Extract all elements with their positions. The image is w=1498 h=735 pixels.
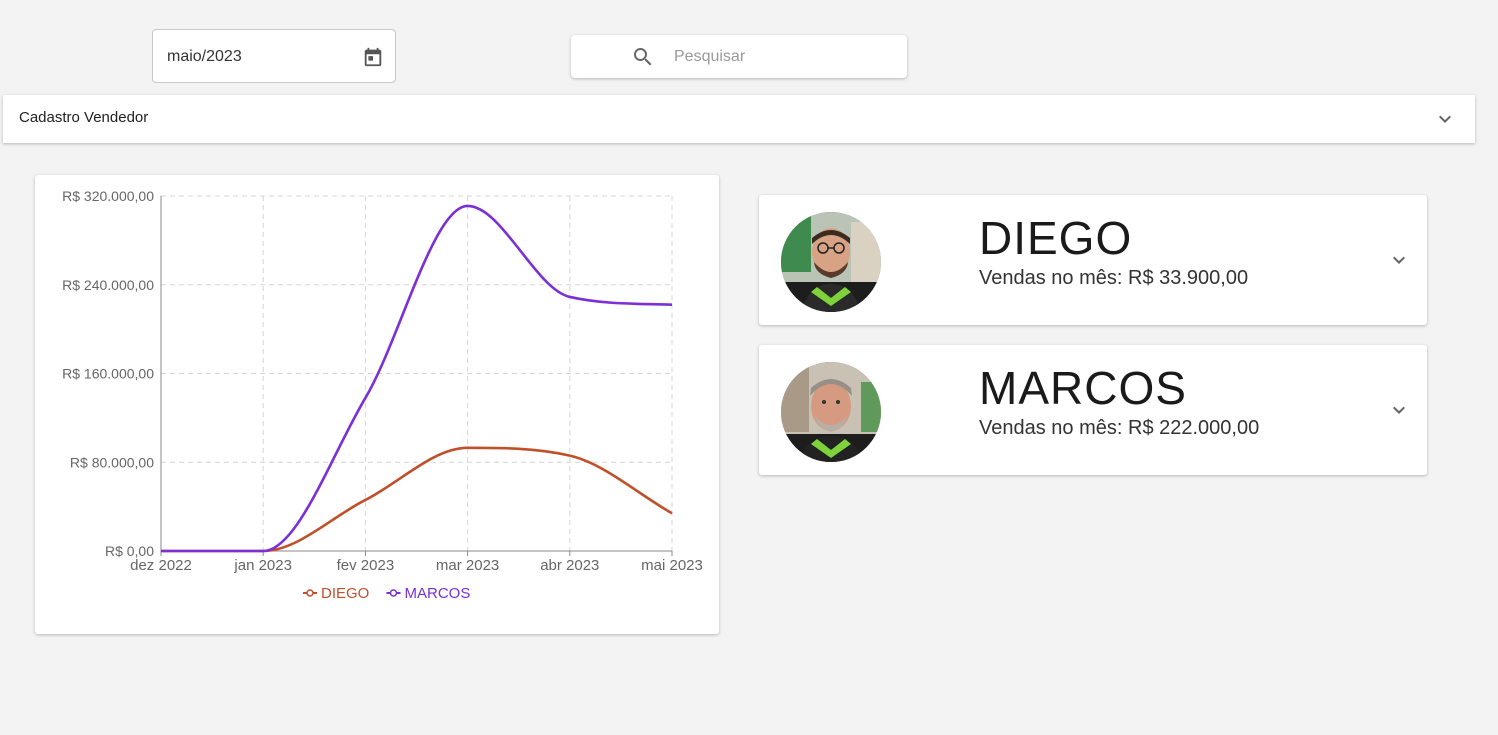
x-tick-label: jan 2023 (233, 557, 292, 574)
seller-name: DIEGO (979, 212, 1133, 264)
seller-name: MARCOS (979, 362, 1187, 414)
search-icon (631, 45, 655, 69)
chevron-down-icon[interactable] (1387, 398, 1411, 422)
legend-dot-diego (306, 589, 314, 597)
legend-dot-marcos (389, 589, 398, 597)
panel-title: Cadastro Vendedor (19, 109, 149, 126)
legend-label-marcos: MARCOS (405, 585, 471, 602)
x-tick-label: dez 2022 (130, 557, 192, 574)
sales-value: R$ 33.900,00 (1128, 267, 1249, 289)
x-tick-label: mai 2023 (641, 557, 703, 574)
seller-monthly-sales: Vendas no mês: R$ 222.000,00 (979, 417, 1259, 440)
legend-label-diego: DIEGO (321, 585, 369, 602)
y-tick-label: R$ 320.000,00 (62, 188, 154, 204)
seller-card-diego[interactable]: DIEGO Vendas no mês: R$ 33.900,00 (759, 195, 1427, 325)
x-tick-label: fev 2023 (337, 557, 395, 574)
avatar (781, 212, 881, 312)
series-line-marcos (161, 204, 673, 553)
month-value[interactable]: maio/2023 (167, 30, 242, 84)
chevron-down-icon[interactable] (1433, 107, 1457, 131)
month-picker[interactable]: maio/2023 (152, 29, 396, 83)
x-tick-label: abr 2023 (540, 557, 599, 574)
sales-line-chart: R$ 0,00R$ 80.000,00R$ 160.000,00R$ 240.0… (62, 188, 703, 602)
y-tick-label: R$ 240.000,00 (62, 277, 154, 293)
search-input[interactable]: Pesquisar (674, 35, 745, 78)
sales-value: R$ 222.000,00 (1128, 417, 1260, 439)
x-tick-label: mar 2023 (436, 557, 499, 574)
y-tick-label: R$ 80.000,00 (70, 454, 154, 470)
search-box[interactable]: Pesquisar (571, 35, 907, 78)
calendar-icon[interactable] (359, 43, 387, 71)
y-tick-label: R$ 160.000,00 (62, 366, 154, 382)
sales-label: Vendas no mês: (979, 267, 1123, 289)
sales-label: Vendas no mês: (979, 417, 1123, 439)
chevron-down-icon[interactable] (1387, 248, 1411, 272)
series-line-diego (161, 446, 673, 553)
seller-registration-panel[interactable]: Cadastro Vendedor (3, 95, 1475, 143)
avatar (781, 362, 881, 462)
sales-chart-card: R$ 0,00 R$ 80.000,00 R$ 160.000,00 R$ 240.0… (35, 175, 719, 634)
seller-card-marcos[interactable]: MARCOS Vendas no mês: R$ 222.000,00 (759, 345, 1427, 475)
seller-monthly-sales: Vendas no mês: R$ 33.900,00 (979, 267, 1248, 290)
